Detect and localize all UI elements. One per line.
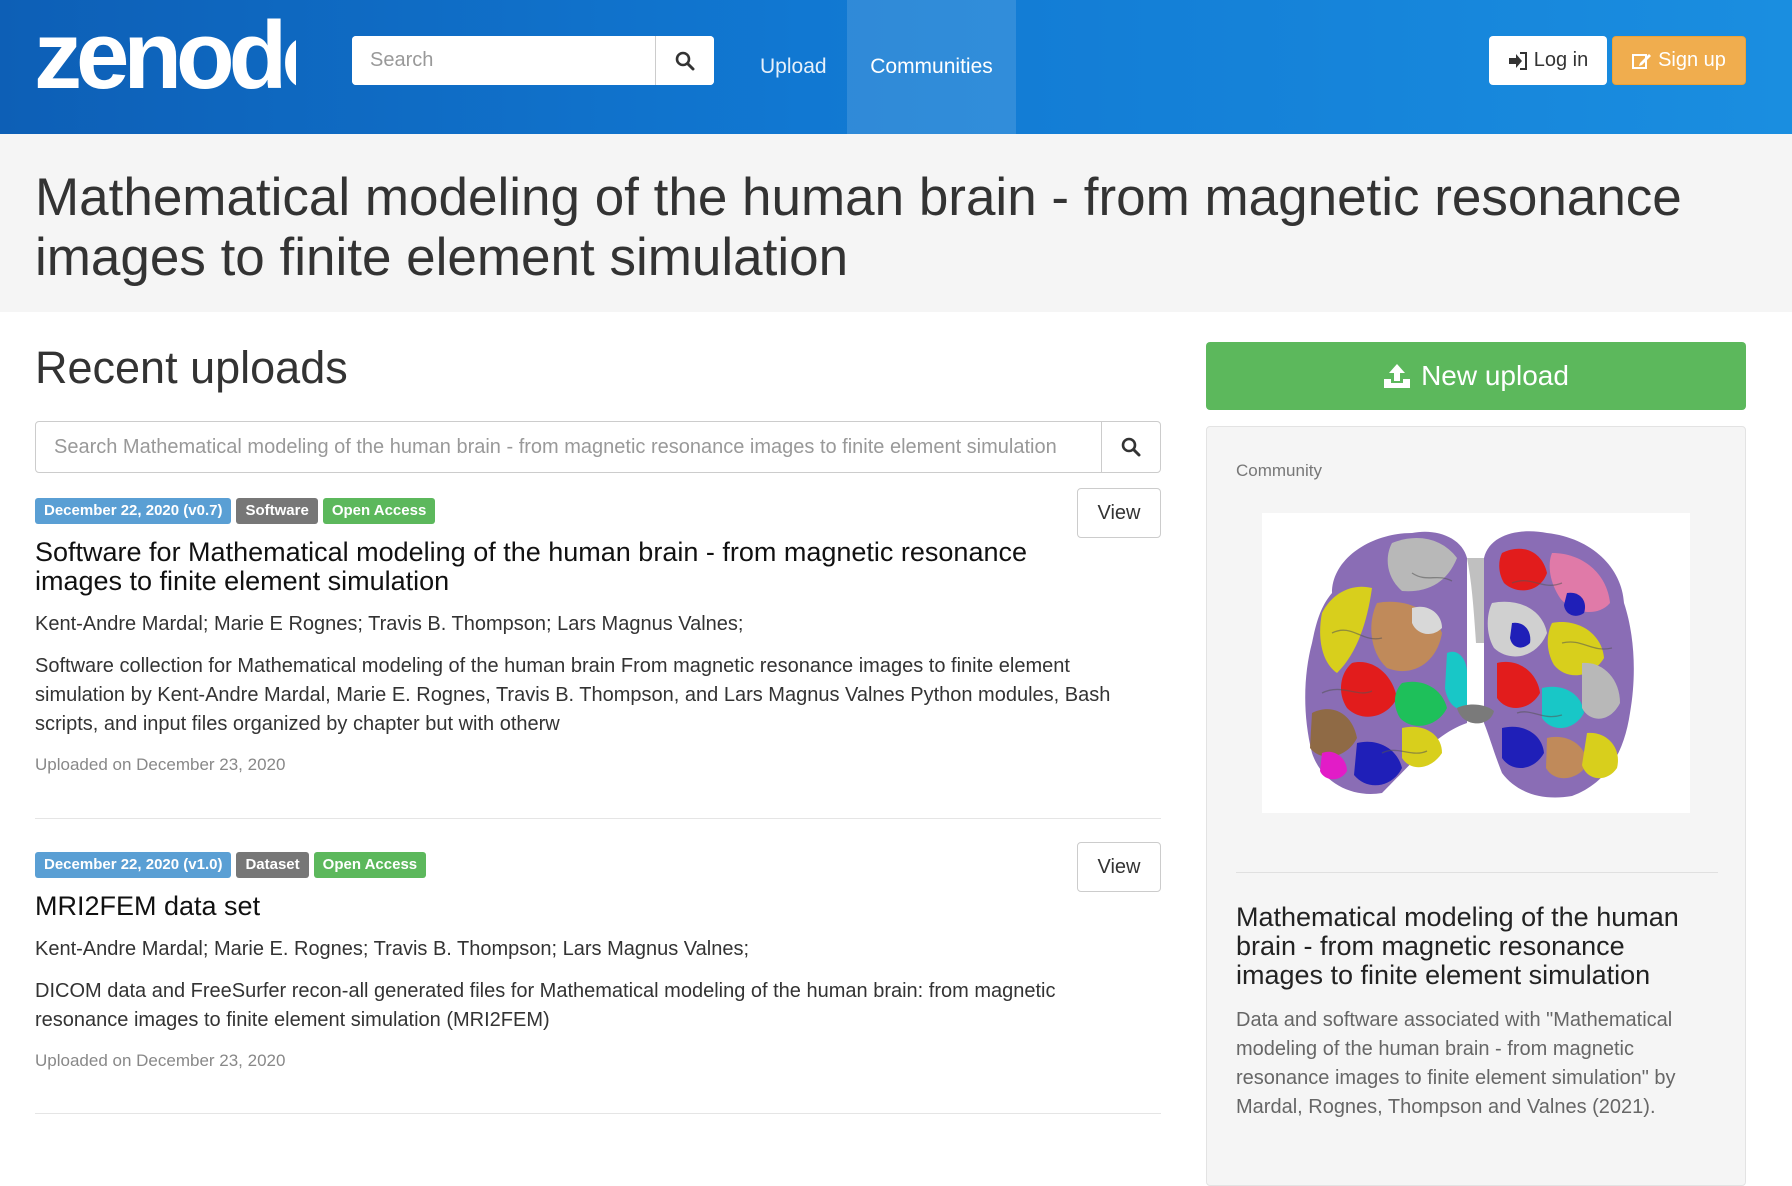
- record-divider: [35, 818, 1161, 819]
- nav-link-upload[interactable]: Upload: [760, 0, 827, 134]
- record-uploaded-date: Uploaded on December 23, 2020: [35, 755, 286, 774]
- record-authors: Kent-Andre Mardal; Marie E. Rognes; Trav…: [35, 938, 750, 960]
- page-title: Mathematical modeling of the human brain…: [35, 168, 1682, 287]
- signup-label: Sign up: [1658, 49, 1726, 71]
- navbar: zenodo Upload Communities Log in Sign up: [0, 0, 1792, 134]
- recent-uploads-title: Recent uploads: [35, 342, 348, 393]
- edit-icon: [1632, 53, 1652, 69]
- search-icon: [1121, 437, 1141, 457]
- panel-divider: [1236, 872, 1718, 873]
- view-button[interactable]: View: [1077, 842, 1161, 892]
- view-button[interactable]: View: [1077, 488, 1161, 538]
- nav-link-communities[interactable]: Communities: [847, 0, 1016, 134]
- community-search: [35, 421, 1161, 473]
- login-label: Log in: [1533, 49, 1589, 71]
- community-title[interactable]: Mathematical modeling of the human brain…: [1236, 903, 1706, 990]
- community-search-input[interactable]: [36, 422, 1101, 472]
- record-badges: December 22, 2020 (v0.7) Software Open A…: [35, 498, 1161, 524]
- community-panel: Community Mathematical modeling of the h…: [1206, 426, 1746, 1186]
- access-badge: Open Access: [322, 498, 436, 524]
- record-title[interactable]: MRI2FEM data set: [35, 892, 1045, 921]
- search-icon: [675, 51, 695, 70]
- record-description: Software collection for Mathematical mod…: [35, 655, 1111, 735]
- svg-text:zenodo: zenodo: [34, 10, 296, 102]
- type-badge: Software: [236, 498, 318, 524]
- brain-illustration: [1305, 531, 1634, 798]
- login-button[interactable]: Log in: [1489, 36, 1607, 85]
- sign-in-icon: [1508, 51, 1527, 70]
- record-title[interactable]: Software for Mathematical modeling of th…: [35, 538, 1045, 596]
- community-search-button[interactable]: [1101, 422, 1160, 472]
- type-badge: Dataset: [236, 852, 309, 878]
- record-divider: [35, 1113, 1161, 1114]
- access-badge: Open Access: [313, 852, 427, 878]
- community-logo-image: [1262, 513, 1690, 813]
- record-item: December 22, 2020 (v1.0) Dataset Open Ac…: [35, 842, 1161, 1071]
- community-header: Mathematical modeling of the human brain…: [0, 134, 1792, 312]
- record-item: December 22, 2020 (v0.7) Software Open A…: [35, 488, 1161, 775]
- navbar-search-button[interactable]: [655, 36, 714, 85]
- new-upload-label: New upload: [1421, 360, 1569, 391]
- record-uploaded-date: Uploaded on December 23, 2020: [35, 1051, 286, 1070]
- navbar-search-input[interactable]: [352, 36, 655, 85]
- panel-label: Community: [1236, 461, 1322, 480]
- record-description: DICOM data and FreeSurfer recon-all gene…: [35, 980, 1056, 1031]
- community-description: Data and software associated with "Mathe…: [1236, 1009, 1676, 1118]
- date-badge: December 22, 2020 (v1.0): [35, 852, 232, 878]
- signup-button[interactable]: Sign up: [1612, 36, 1746, 85]
- record-authors: Kent-Andre Mardal; Marie E Rognes; Travi…: [35, 613, 744, 635]
- record-badges: December 22, 2020 (v1.0) Dataset Open Ac…: [35, 852, 1161, 878]
- date-badge: December 22, 2020 (v0.7): [35, 498, 232, 524]
- sidebar: New upload Community Mathematical modeli…: [1206, 342, 1746, 1186]
- upload-icon: [1384, 364, 1411, 388]
- zenodo-logo[interactable]: zenodo: [34, 10, 296, 102]
- new-upload-button[interactable]: New upload: [1206, 342, 1746, 410]
- navbar-search: [352, 36, 714, 85]
